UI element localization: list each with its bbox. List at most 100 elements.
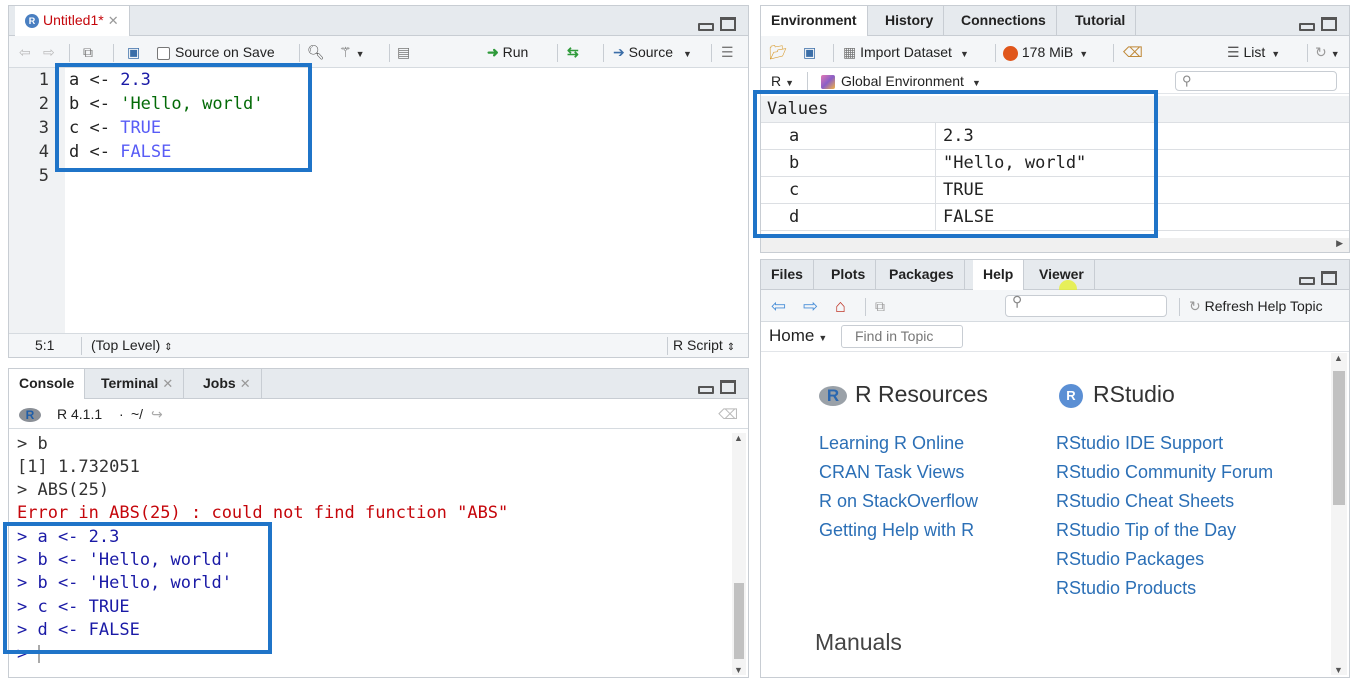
tab-jobs[interactable]: Jobs ✕ <box>193 369 262 399</box>
back-arrow-icon[interactable]: ⇦ <box>771 290 786 322</box>
rerun-icon[interactable]: ⇆ <box>567 36 579 68</box>
scope-selector[interactable]: (Top Level) ⇕ <box>91 334 173 359</box>
working-dir[interactable]: ~/ <box>131 399 143 429</box>
help-content: RR Resources R RStudio Learning R Online … <box>761 353 1331 677</box>
search-icon: ⚲ <box>1012 293 1023 309</box>
forward-arrow-icon[interactable]: ⇨ <box>43 36 55 68</box>
go-to-dir-icon[interactable]: ↪ <box>151 399 163 429</box>
console-line: > ABS(25) <box>17 480 110 500</box>
help-link[interactable]: RStudio Products <box>1056 578 1196 599</box>
dot-separator: · <box>119 406 124 422</box>
code-tools-wand-icon[interactable]: ⚚ ▼ <box>339 36 364 68</box>
scroll-down-icon[interactable]: ▼ <box>1334 665 1343 675</box>
compile-report-icon[interactable]: ▤ <box>397 36 410 68</box>
r-logo-icon: R <box>19 399 41 429</box>
environment-window-controls <box>1299 15 1337 31</box>
environment-cube-icon <box>821 75 835 90</box>
close-icon[interactable]: ✕ <box>108 13 119 28</box>
scroll-thumb[interactable] <box>734 583 744 659</box>
refresh-help-button[interactable]: ↻ Refresh Help Topic <box>1189 290 1323 322</box>
source-on-save-label: Source on Save <box>175 44 275 60</box>
help-link[interactable]: RStudio Tip of the Day <box>1056 520 1236 541</box>
source-button[interactable]: ➔ Source ▼ <box>613 36 692 68</box>
help-link[interactable]: RStudio Community Forum <box>1056 462 1273 483</box>
help-link[interactable]: RStudio Cheat Sheets <box>1056 491 1234 512</box>
home-icon[interactable]: ⌂ <box>835 290 846 322</box>
manuals-heading: Manuals <box>815 629 902 655</box>
help-link[interactable]: Learning R Online <box>819 433 964 454</box>
memory-usage-button[interactable]: 178 MiB ▼ <box>1003 36 1088 68</box>
help-nav-bar: Home ▼ Find in Topic <box>761 322 1349 352</box>
help-search-input[interactable]: ⚲ <box>1005 293 1167 317</box>
tab-title: Untitled1* <box>43 12 104 28</box>
help-scrollbar[interactable]: ▲ ▼ <box>1331 353 1347 675</box>
console-pane: Console Terminal ✕ Jobs ✕ R R 4.1.1 · ~/ ↪… <box>3 368 749 678</box>
minimize-icon[interactable] <box>698 23 714 31</box>
find-in-topic-input[interactable]: Find in Topic <box>841 325 963 348</box>
minimize-icon[interactable] <box>698 386 714 394</box>
scroll-right-icon[interactable]: ▶ <box>1336 238 1343 249</box>
line-number: 1 <box>38 70 49 90</box>
rstudio-logo-icon: R <box>1059 383 1083 408</box>
import-dataset-button[interactable]: ▦ Import Dataset ▼ <box>843 36 969 68</box>
source-label: Source <box>628 44 673 60</box>
help-link[interactable]: RStudio IDE Support <box>1056 433 1223 454</box>
show-in-window-icon[interactable]: ⧉ <box>875 290 885 322</box>
chevron-down-icon: ▼ <box>682 49 692 59</box>
minimize-icon[interactable] <box>1299 277 1315 285</box>
refresh-icon: ↻ <box>1189 298 1201 314</box>
tab-untitled1[interactable]: R Untitled1* ✕ <box>15 6 130 37</box>
tab-terminal[interactable]: Terminal ✕ <box>91 369 185 399</box>
clear-workspace-broom-icon[interactable]: ⌫ <box>1123 36 1143 68</box>
clear-console-broom-icon[interactable]: ⌫ <box>718 399 738 429</box>
view-mode-button[interactable]: ☰ List ▼ <box>1227 36 1280 68</box>
environment-toolbar: 📂︎ ▣ ▦ Import Dataset ▼ 178 MiB ▼ ⌫ ☰ List… <box>761 36 1349 68</box>
environment-values-highlight <box>753 90 1158 238</box>
source-arrow-icon: ➔ <box>613 44 625 60</box>
console-scrollbar[interactable]: ▲ ▼ <box>732 433 746 675</box>
source-window-controls <box>698 15 736 31</box>
scroll-thumb[interactable] <box>1333 371 1345 505</box>
environment-hscrollbar[interactable]: ▶ <box>761 238 1349 252</box>
help-link[interactable]: RStudio Packages <box>1056 549 1204 570</box>
tab-connections[interactable]: Connections <box>951 6 1057 36</box>
minimize-icon[interactable] <box>1299 23 1315 31</box>
save-workspace-icon[interactable]: ▣ <box>803 36 816 68</box>
tab-help[interactable]: Help <box>973 260 1025 291</box>
scroll-up-icon[interactable]: ▲ <box>1334 353 1343 363</box>
back-arrow-icon[interactable]: ⇦ <box>19 36 31 68</box>
maximize-icon[interactable] <box>720 17 736 31</box>
line-number: 3 <box>38 118 49 138</box>
editor-code-highlight <box>55 63 312 172</box>
tab-environment[interactable]: Environment <box>761 6 868 37</box>
file-type-selector[interactable]: R Script ⇕ <box>673 334 735 359</box>
outline-icon[interactable]: ☰ <box>721 36 734 68</box>
tab-console[interactable]: Console <box>9 369 86 400</box>
maximize-icon[interactable] <box>1321 271 1337 285</box>
tab-history[interactable]: History <box>875 6 945 36</box>
tab-plots[interactable]: Plots <box>821 260 877 290</box>
tab-tutorial[interactable]: Tutorial <box>1065 6 1137 36</box>
help-link[interactable]: Getting Help with R <box>819 520 974 541</box>
close-icon[interactable]: ✕ <box>162 376 173 391</box>
scroll-down-icon[interactable]: ▼ <box>734 665 743 675</box>
run-arrow-icon: ➜ <box>487 44 499 60</box>
run-label: Run <box>502 44 529 60</box>
console-tabbar: Console Terminal ✕ Jobs ✕ <box>9 369 748 400</box>
run-button[interactable]: ➜ Run <box>487 36 528 68</box>
source-tabbar: R Untitled1* ✕ <box>9 6 748 37</box>
help-link[interactable]: CRAN Task Views <box>819 462 964 483</box>
load-workspace-folder-icon[interactable]: 📂︎ <box>769 36 787 68</box>
refresh-icon[interactable]: ↻ ▼ <box>1315 36 1340 68</box>
maximize-icon[interactable] <box>1321 17 1337 31</box>
scroll-up-icon[interactable]: ▲ <box>734 433 743 443</box>
tab-packages[interactable]: Packages <box>879 260 965 290</box>
close-icon[interactable]: ✕ <box>240 376 251 391</box>
environment-search-input[interactable]: ⚲ <box>1175 71 1337 91</box>
forward-arrow-icon[interactable]: ⇨ <box>803 290 818 322</box>
tab-files[interactable]: Files <box>761 260 814 290</box>
home-dropdown[interactable]: Home ▼ <box>769 326 827 346</box>
maximize-icon[interactable] <box>720 380 736 394</box>
help-window-controls <box>1299 269 1337 285</box>
help-link[interactable]: R on StackOverflow <box>819 491 978 512</box>
